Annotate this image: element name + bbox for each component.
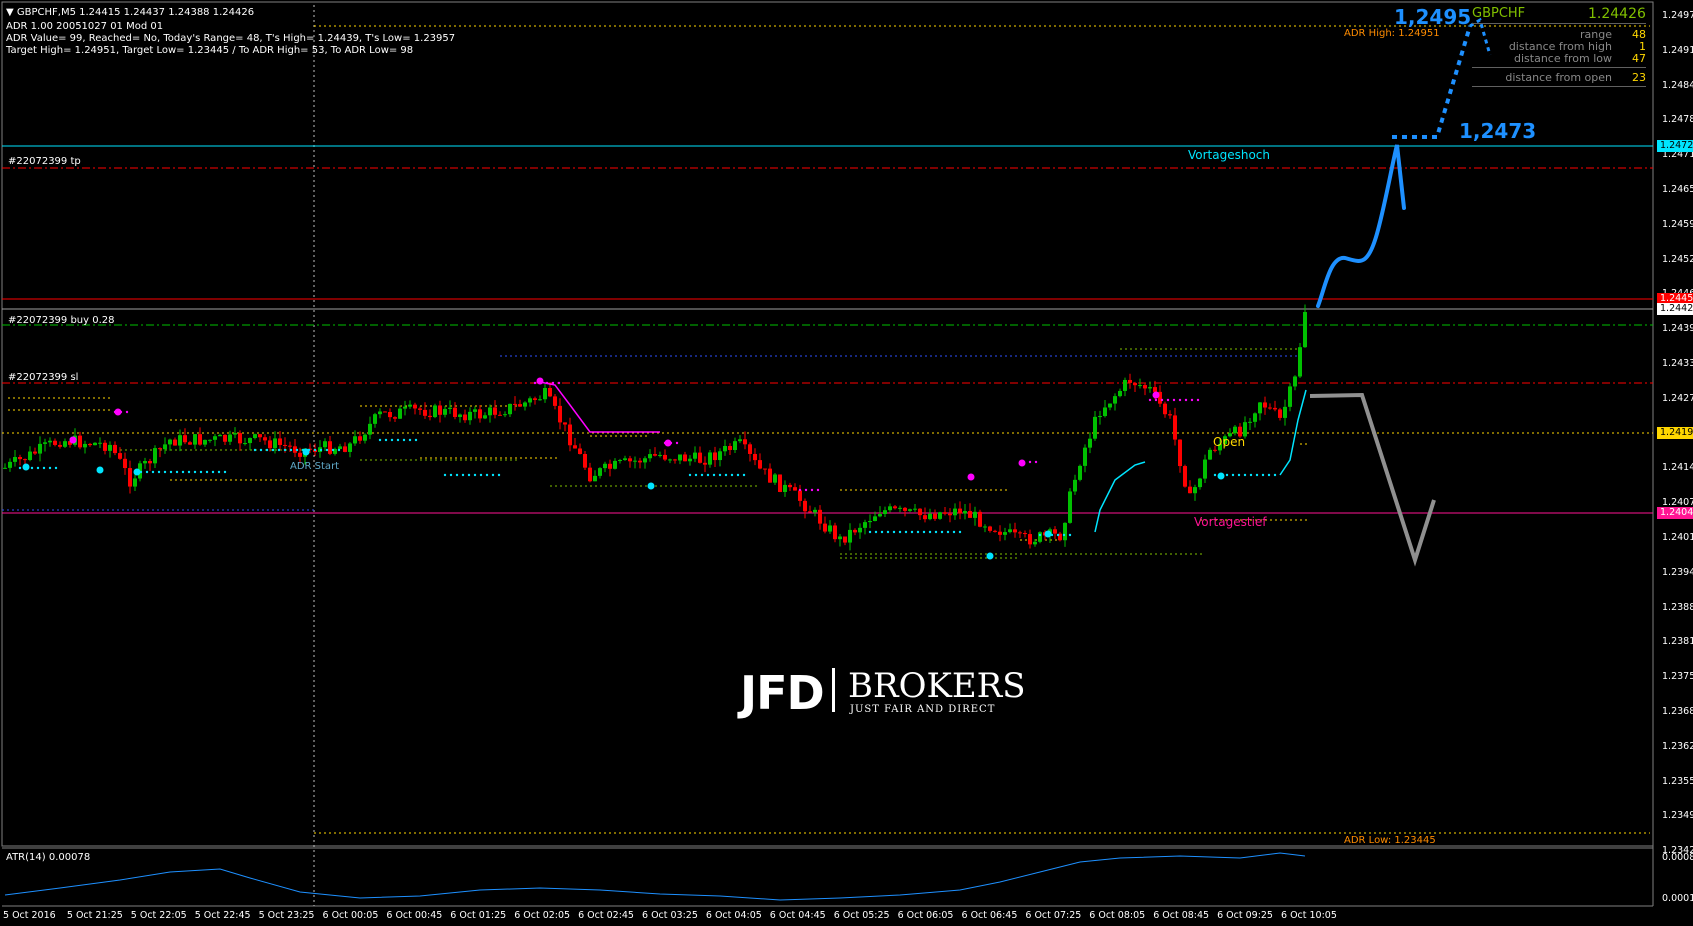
adr-high-label: ADR High: 1.24951 [1344,28,1440,39]
time-tick: 6 Oct 02:45 [578,910,634,921]
price-tick: 1.24845 [1662,79,1693,91]
time-tick: 6 Oct 04:45 [769,910,826,921]
time-tick: 6 Oct 04:05 [705,910,762,921]
time-tick: 6 Oct 06:05 [897,910,954,921]
symbol-ohlc-text: GBPCHF,M5 1.24415 1.24437 1.24388 1.2442… [16,7,255,18]
forecast-up-path [1316,144,1406,308]
price-tick: 1.24270 [1662,392,1693,404]
adr-value-line: ADR Value= 99, Reached= No, Today's Rang… [6,33,456,44]
atr-label: ATR(14) 0.00078 [6,852,91,863]
chart-canvas[interactable] [0,0,1693,926]
price-tick: 1.24010 [1662,532,1693,543]
price-tick: 1.23685 [1662,706,1693,717]
time-tick: 6 Oct 10:05 [1281,910,1337,921]
sl-order-label[interactable]: #22072399 sl [8,372,78,383]
time-tick: 5 Oct 22:45 [194,910,251,921]
time-tick: 6 Oct 07:25 [1025,910,1082,921]
price-tick: 1.23880 [1662,601,1693,613]
vortagestief-label: Vortagestief [1194,515,1267,529]
badge-vortageshoch: 1.24727 [1657,140,1693,152]
range-bands [8,397,1310,541]
open-label: Open [1213,435,1246,449]
time-tick: 6 Oct 00:45 [386,910,443,921]
candlestick-series [3,304,1307,551]
adr-version-line: ADR 1.00 20051027 01 Mod 01 [6,21,164,32]
price-tick: 1.24395 [1662,323,1693,335]
time-tick: 5 Oct 2016 [3,910,56,921]
price-tick: 1.23555 [1662,775,1693,787]
price-tick: 1.23425 [1662,845,1693,857]
badge-vortagestief: 1.24043 [1657,507,1693,519]
time-tick: 6 Oct 08:45 [1153,910,1210,921]
time-tick: 5 Oct 23:25 [258,910,315,921]
panel-divider-2 [1472,67,1646,68]
price-tick: 1.24910 [1662,44,1693,56]
buy-order-label[interactable]: #22072399 buy 0.28 [8,315,115,326]
target-line: Target High= 1.24951, Target Low= 1.2344… [6,45,414,56]
symbol-line: ▼ GBPCHF,M5 1.24415 1.24437 1.24388 1.24… [6,7,254,19]
time-tick: 6 Oct 03:25 [642,910,698,921]
time-tick: 5 Oct 21:25 [66,910,123,921]
time-tick: 6 Oct 06:45 [961,910,1018,921]
price-tick: 1.23620 [1662,740,1693,752]
brokers-logo: BROKERS [848,666,1026,706]
price-tick: 1.23750 [1662,671,1693,683]
badge-current-price: 1.24426 [1657,303,1693,315]
price-tick: 1.23815 [1662,636,1693,648]
time-tick: 6 Oct 08:05 [1089,910,1146,921]
atr-axis-bottom: 0.00018 [1662,893,1693,904]
panel-row-distance-low: distance from low 47 [1514,52,1646,65]
price-tick: 1.23490 [1662,810,1693,822]
price-tick: 1.24525 [1662,253,1693,265]
price-tick: 1.23945 [1662,566,1693,578]
panel-row-distance-open: distance from open 23 [1505,71,1646,84]
price-tick: 1.24975 [1662,10,1693,21]
panel-symbol: GBPCHF [1472,6,1526,21]
atr-line [4,852,1306,901]
time-tick: 6 Oct 09:25 [1217,910,1273,921]
panel-divider [1472,23,1646,24]
vortageshoch-label: Vortageshoch [1188,148,1271,162]
adr-start-label: ADR Start [290,461,340,472]
trailing-stop-series [18,377,1307,560]
time-tick: 5 Oct 22:05 [130,910,187,921]
target-mid-annotation: 1,2473 [1459,119,1537,143]
target-high-annotation: 1,2495 [1394,5,1472,29]
price-tick: 1.24140 [1662,462,1693,474]
price-tick: 1.24655 [1662,184,1693,195]
panel-bid: 1.24426 [1588,6,1646,22]
adr-low-label: ADR Low: 1.23445 [1344,835,1436,846]
price-tick: 1.24335 [1662,358,1693,369]
collapse-triangle-icon[interactable]: ▼ [6,7,14,18]
time-tick: 6 Oct 02:05 [514,910,571,921]
price-tick: 1.24780 [1662,114,1693,126]
jfd-logo: JFD [740,666,825,720]
time-tick: 6 Oct 05:25 [833,910,890,921]
logo-divider [832,668,835,712]
time-tick: 6 Oct 01:25 [450,910,507,921]
forecast-down-path [1309,392,1436,567]
badge-open: 1.24192 [1657,427,1693,439]
time-tick: 6 Oct 00:05 [322,910,379,921]
tp-order-label[interactable]: #22072399 tp [8,156,81,167]
main-chart-frame [1,1,1654,847]
logo-tagline: JUST FAIR AND DIRECT [850,704,996,715]
panel-divider-3 [1472,86,1646,87]
price-tick: 1.24590 [1662,218,1693,230]
